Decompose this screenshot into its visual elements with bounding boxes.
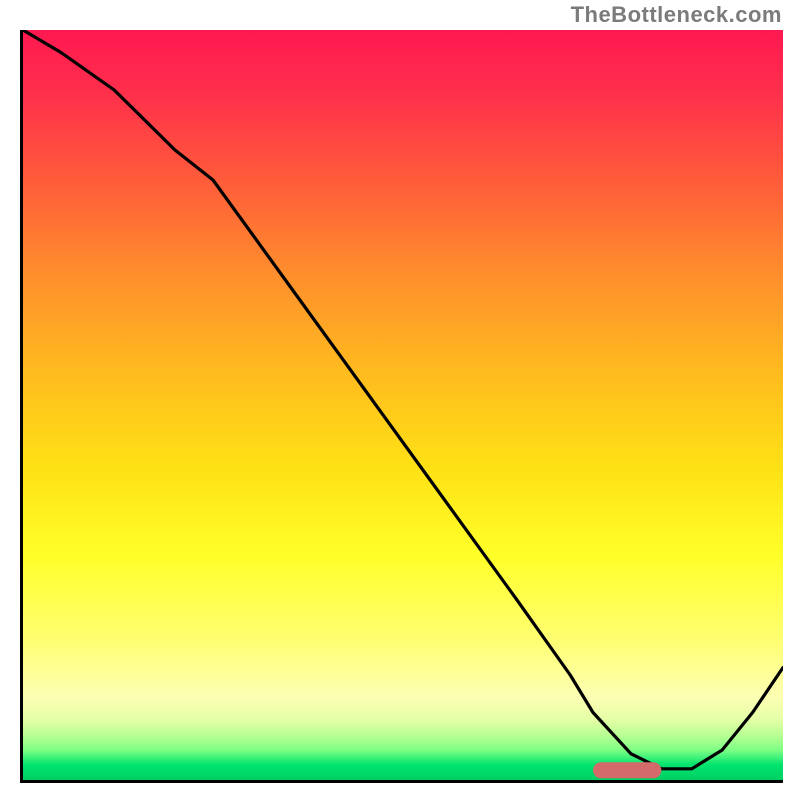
- curve-line: [23, 30, 783, 780]
- watermark-text: TheBottleneck.com: [571, 2, 782, 28]
- plot-area: [20, 30, 783, 783]
- optimum-marker: [593, 762, 661, 778]
